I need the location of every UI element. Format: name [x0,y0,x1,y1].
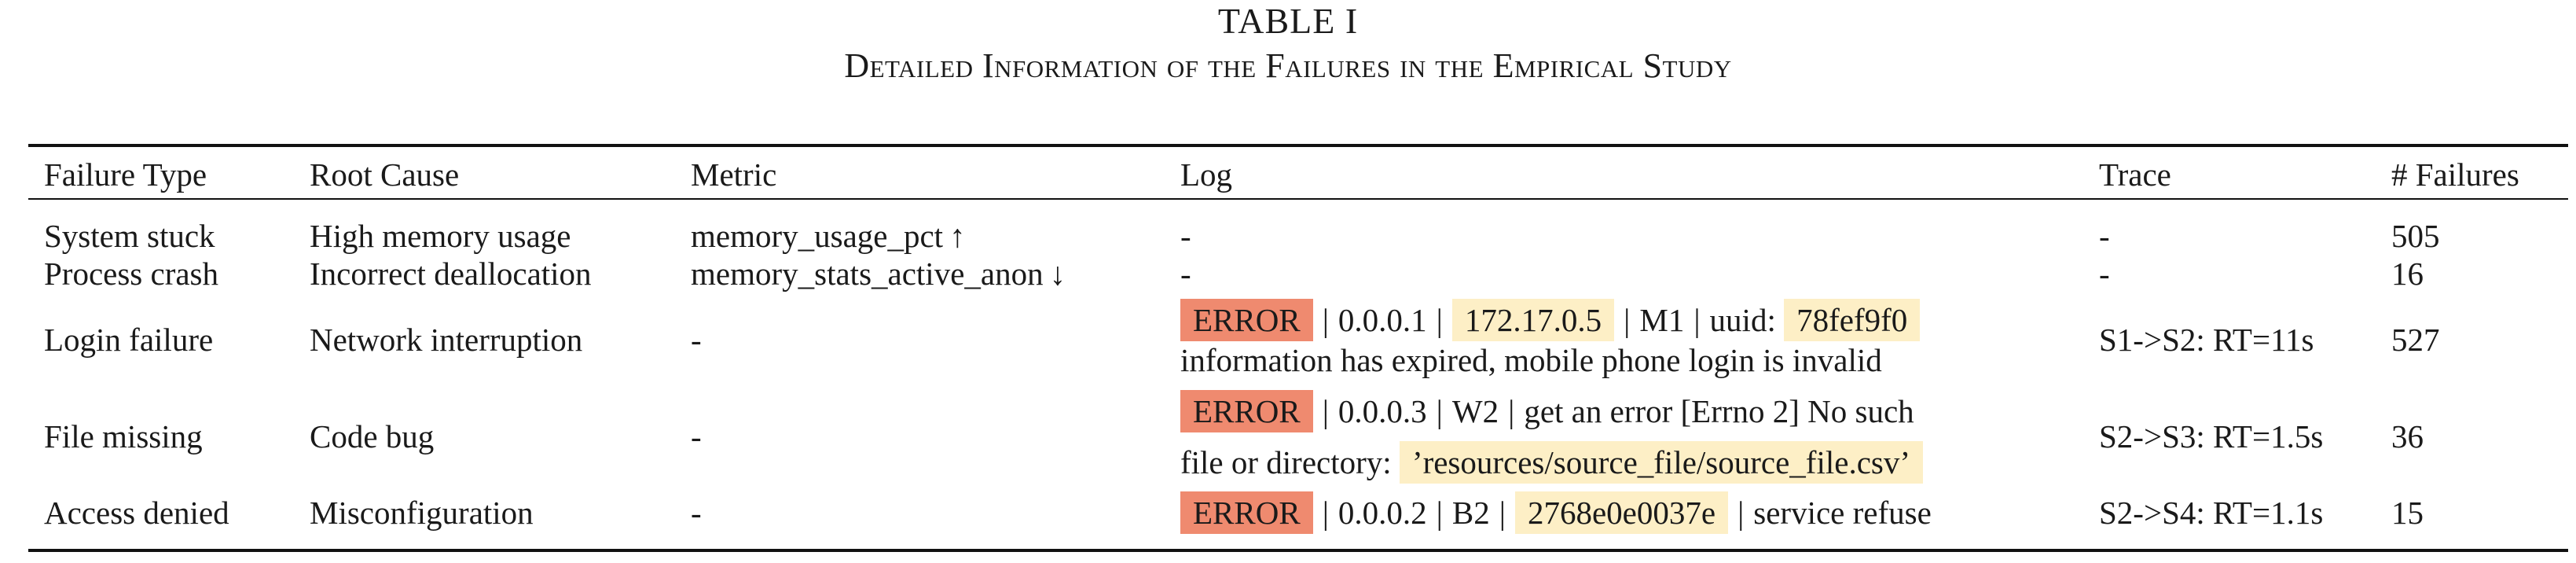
table-title: Detailed Information of the Failures in … [844,46,1732,85]
row2-failure-type: Process crash [44,256,219,292]
log-uuid-label: uuid: [1709,302,1776,338]
header-trace: Trace [2099,156,2171,193]
error-level-badge: ERROR [1180,299,1313,341]
log-ip: 0.0.0.3 [1338,393,1427,429]
log-node: M1 [1639,302,1685,338]
row4-log-line1: ERROR | 0.0.0.3 | W2 | get an error [Errno 2] … [1180,390,1914,432]
row4-failures: 36 [2391,418,2424,454]
header-root-cause: Root Cause [310,156,460,193]
header-failures: # Failures [2391,156,2519,193]
arrow-down-icon: ↓ [1049,256,1066,292]
log-path-highlight: ’resources/source_file/source_file.csv’ [1399,441,1924,484]
log-node: W2 [1451,393,1499,429]
top-rule [28,144,2568,147]
log-message: file or directory: [1180,444,1392,480]
row5-failure-type: Access denied [44,495,229,531]
row2-metric: memory_stats_active_anon ↓ [691,258,1066,290]
row1-root-cause: High memory usage [310,218,571,254]
error-level-badge: ERROR [1180,390,1313,432]
row3-failure-type: Login failure [44,322,214,358]
row2-metric-name: memory_stats_active_anon [691,256,1044,292]
row5-trace: S2->S4: RT=1.1s [2099,495,2324,531]
row4-metric: - [691,418,702,454]
row2-root-cause: Incorrect deallocation [310,256,592,292]
row3-root-cause: Network interruption [310,322,583,358]
row4-failure-type: File missing [44,418,203,454]
header-log: Log [1180,156,1233,193]
row5-metric: - [691,495,702,531]
log-ip-highlight: 172.17.0.5 [1451,299,1615,341]
row1-trace: - [2099,218,2110,254]
row1-metric-name: memory_usage_pct [691,218,944,254]
error-level-badge: ERROR [1180,491,1313,534]
row5-failures: 15 [2391,495,2424,531]
row4-root-cause: Code bug [310,418,435,454]
log-node: B2 [1451,495,1490,531]
row3-trace: S1->S2: RT=11s [2099,322,2314,358]
header-rule [28,198,2568,200]
header-metric: Metric [691,156,777,193]
row1-failures: 505 [2391,218,2440,254]
row1-log: - [1180,218,1191,254]
row5-log: ERROR | 0.0.0.2 | B2 | 2768e0e0037e | service re… [1180,491,1932,534]
row2-trace: - [2099,256,2110,292]
table-label: TABLE I [1217,1,1359,41]
row4-trace: S2->S3: RT=1.5s [2099,418,2324,454]
log-id-highlight: 2768e0e0037e [1514,491,1729,534]
row1-failure-type: System stuck [44,218,215,254]
log-ip: 0.0.0.1 [1338,302,1427,338]
log-ip: 0.0.0.2 [1338,495,1427,531]
row1-metric: memory_usage_pct ↑ [691,220,966,252]
log-message: get an error [Errno 2] No such [1524,393,1914,429]
bottom-rule [28,549,2568,552]
row2-failures: 16 [2391,256,2424,292]
row3-metric: - [691,322,702,358]
log-uuid-highlight: 78fef9f0 [1784,299,1921,341]
log-message: service refuse [1753,495,1932,531]
arrow-up-icon: ↑ [949,218,966,254]
row3-failures: 527 [2391,322,2440,358]
row3-log-line1: ERROR | 0.0.0.1 | 172.17.0.5 | M1 | uuid: 78fef9… [1180,299,1921,341]
header-failure-type: Failure Type [44,156,207,193]
row5-root-cause: Misconfiguration [310,495,534,531]
row4-log-line2: file or directory: ’resources/source_fil… [1180,441,1924,484]
row3-log-line2: information has expired, mobile phone lo… [1180,342,1882,378]
row2-log: - [1180,256,1191,292]
